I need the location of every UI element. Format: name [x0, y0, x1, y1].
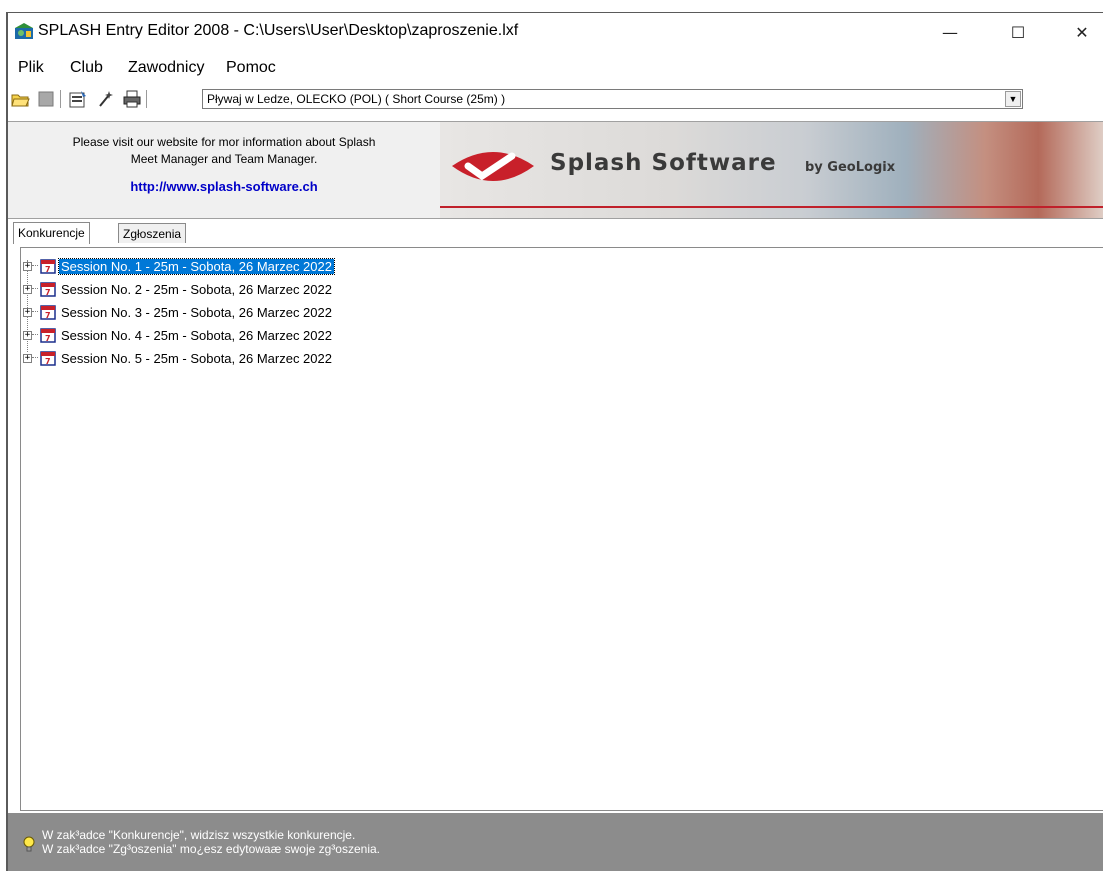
- splash-software-banner[interactable]: Splash Software by GeoLogix: [440, 122, 1103, 218]
- hint-line-2: W zak³adce "Zg³oszenia" mo¿esz edytowaæ …: [42, 842, 380, 856]
- session-label[interactable]: Session No. 2 - 25m - Sobota, 26 Marzec …: [59, 282, 334, 297]
- hint-line-1: W zak³adce "Konkurencje", widzisz wszyst…: [42, 828, 356, 842]
- tab-strip: Konkurencje Zgłoszenia: [8, 222, 1103, 245]
- menu-bar: Plik Club Zawodnicy Pomoc: [8, 55, 1103, 81]
- tab-zgloszenia-label: Zgłoszenia: [123, 227, 182, 241]
- expand-icon[interactable]: +: [23, 261, 32, 271]
- splash-logo-icon: [452, 152, 534, 181]
- website-link[interactable]: http://www.splash-software.ch: [8, 179, 440, 194]
- print-icon[interactable]: [122, 89, 142, 109]
- session-label[interactable]: Session No. 5 - 25m - Sobota, 26 Marzec …: [59, 351, 334, 366]
- calendar-icon: 7: [40, 351, 56, 366]
- menu-zawodnicy[interactable]: Zawodnicy: [128, 59, 204, 77]
- tree-branch: [32, 357, 38, 359]
- tab-konkurencje[interactable]: Konkurencje: [13, 222, 90, 244]
- svg-text:7: 7: [45, 311, 51, 320]
- lightbulb-icon: [23, 836, 35, 852]
- banner-info-line1: Please visit our website for mor informa…: [72, 135, 376, 149]
- toolbar: Pływaj w Ledze, OLECKO (POL) ( Short Cou…: [8, 85, 1103, 113]
- expand-icon[interactable]: +: [23, 330, 32, 340]
- svg-text:7: 7: [45, 357, 51, 366]
- session-label[interactable]: Session No. 1 - 25m - Sobota, 26 Marzec …: [58, 257, 335, 275]
- info-banner: Please visit our website for mor informa…: [8, 121, 1103, 219]
- menu-club[interactable]: Club: [70, 59, 103, 77]
- menu-plik[interactable]: Plik: [18, 59, 44, 77]
- expand-icon[interactable]: +: [23, 307, 32, 317]
- magic-wand-icon[interactable]: [96, 89, 116, 109]
- tab-zgloszenia[interactable]: Zgłoszenia: [118, 223, 187, 243]
- brand-by: by GeoLogix: [805, 160, 896, 175]
- maximize-button[interactable]: ☐: [995, 13, 1041, 51]
- tree-node-session-1[interactable]: + 7 Session No. 1 - 25m - Sobota, 26 Mar…: [23, 256, 335, 276]
- tree-node-session-3[interactable]: + 7 Session No. 3 - 25m - Sobota, 26 Mar…: [23, 302, 334, 322]
- svg-text:7: 7: [45, 288, 51, 297]
- app-window: SPLASH Entry Editor 2008 - C:\Users\User…: [6, 12, 1103, 871]
- close-button[interactable]: ✕: [1059, 13, 1103, 51]
- tree-node-session-4[interactable]: + 7 Session No. 4 - 25m - Sobota, 26 Mar…: [23, 325, 334, 345]
- banner-info-text: Please visit our website for mor informa…: [8, 134, 440, 168]
- session-label[interactable]: Session No. 4 - 25m - Sobota, 26 Marzec …: [59, 328, 334, 343]
- tab-konkurencje-label: Konkurencje: [18, 226, 85, 240]
- stop-icon[interactable]: [36, 89, 56, 109]
- calendar-icon: 7: [40, 259, 56, 274]
- session-label[interactable]: Session No. 3 - 25m - Sobota, 26 Marzec …: [59, 305, 334, 320]
- banner-info-line2: Meet Manager and Team Manager.: [130, 152, 318, 166]
- properties-icon[interactable]: [68, 89, 88, 109]
- calendar-icon: 7: [40, 328, 56, 343]
- tree-branch: [32, 311, 38, 313]
- expand-icon[interactable]: +: [23, 284, 32, 294]
- menu-pomoc[interactable]: Pomoc: [226, 59, 276, 77]
- svg-text:7: 7: [45, 334, 51, 343]
- calendar-icon: 7: [40, 305, 56, 320]
- brand-name: Splash Software: [550, 150, 777, 176]
- expand-icon[interactable]: +: [23, 353, 32, 363]
- open-folder-icon[interactable]: [10, 89, 30, 109]
- toolbar-separator: [60, 90, 62, 108]
- chevron-down-icon[interactable]: ▼: [1005, 91, 1021, 107]
- minimize-button[interactable]: —: [927, 13, 973, 51]
- tree-branch: [32, 288, 38, 290]
- meet-select[interactable]: Pływaj w Ledze, OLECKO (POL) ( Short Cou…: [202, 89, 1023, 109]
- toolbar-separator: [146, 90, 148, 108]
- calendar-icon: 7: [40, 282, 56, 297]
- splash-app-icon: [15, 23, 33, 39]
- window-title: SPLASH Entry Editor 2008 - C:\Users\User…: [38, 22, 519, 39]
- tree-node-session-2[interactable]: + 7 Session No. 2 - 25m - Sobota, 26 Mar…: [23, 279, 334, 299]
- tree-branch: [32, 334, 38, 336]
- title-bar[interactable]: SPLASH Entry Editor 2008 - C:\Users\User…: [8, 13, 1103, 51]
- hint-bar: W zak³adce "Konkurencje", widzisz wszyst…: [8, 813, 1103, 871]
- banner-accent-line: [440, 206, 1103, 208]
- hint-text: W zak³adce "Konkurencje", widzisz wszyst…: [42, 828, 380, 856]
- tree-branch: [32, 265, 38, 267]
- session-tree[interactable]: + 7 Session No. 1 - 25m - Sobota, 26 Mar…: [20, 247, 1103, 811]
- banner-info-panel: Please visit our website for mor informa…: [8, 122, 440, 218]
- meet-select-value: Pływaj w Ledze, OLECKO (POL) ( Short Cou…: [207, 92, 506, 106]
- svg-text:7: 7: [45, 265, 51, 274]
- tree-node-session-5[interactable]: + 7 Session No. 5 - 25m - Sobota, 26 Mar…: [23, 348, 334, 368]
